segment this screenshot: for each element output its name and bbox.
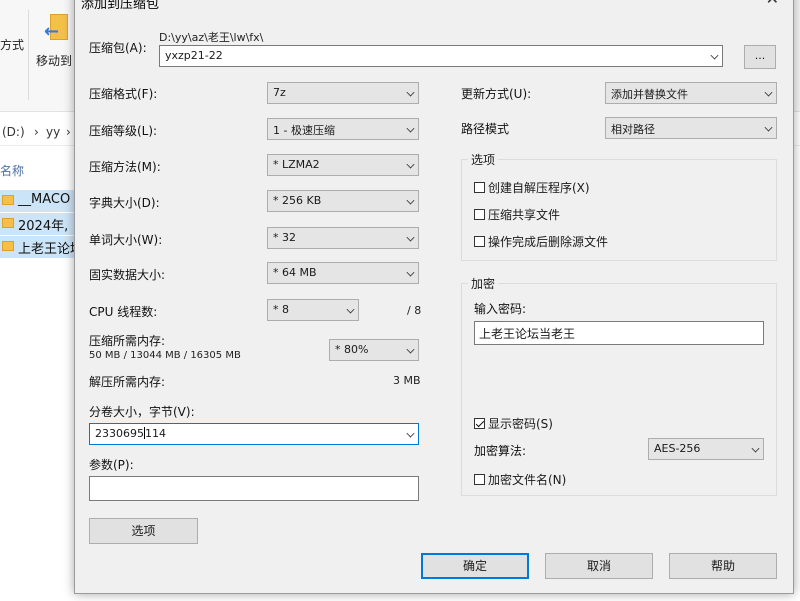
encrypt-filenames-checkbox[interactable]: 加密文件名(N) (474, 471, 566, 488)
help-button[interactable]: 帮助 (669, 553, 777, 579)
folder-icon (2, 218, 14, 228)
mem-comp-values: 50 MB / 13044 MB / 16305 MB (89, 350, 241, 361)
dict-select[interactable]: * 256 KB (267, 190, 419, 212)
update-mode-select[interactable]: 添加并替换文件 (605, 82, 777, 104)
address-drive[interactable]: (D:) (2, 125, 25, 139)
chevron-down-icon (406, 345, 415, 354)
mem-percent-select[interactable]: * 80% (329, 339, 419, 361)
chevron-down-icon (406, 268, 415, 277)
path-mode-select[interactable]: 相对路径 (605, 117, 777, 139)
chevron-down-icon (406, 233, 415, 242)
sfx-checkbox[interactable]: 创建自解压程序(X) (474, 179, 590, 196)
move-to-button[interactable]: 移动到 (36, 52, 72, 69)
move-to-icon[interactable]: ← (44, 14, 70, 42)
breadcrumb-separator-icon: › (66, 125, 71, 139)
chevron-down-icon (406, 196, 415, 205)
chevron-down-icon (406, 88, 415, 97)
folder-icon (2, 241, 14, 251)
split-size-combo[interactable]: 2330695114 (89, 423, 419, 445)
chevron-down-icon (406, 160, 415, 169)
word-label: 单词大小(W): (89, 233, 163, 247)
solid-label: 固实数据大小: (89, 268, 166, 282)
cancel-button[interactable]: 取消 (545, 553, 653, 579)
encryption-group: 加密 输入密码: 上老王论坛当老王 显示密码(S) 加密算法: AES-256 … (461, 275, 777, 496)
encryption-method-label: 加密算法: (474, 444, 527, 458)
shared-files-checkbox[interactable]: 压缩共享文件 (474, 206, 560, 223)
format-label: 压缩格式(F): (89, 87, 158, 101)
folder-icon (2, 195, 14, 205)
params-label: 参数(P): (89, 458, 134, 472)
method-label: 压缩方法(M): (89, 160, 161, 174)
update-mode-label: 更新方式(U): (461, 87, 532, 101)
ok-button[interactable]: 确定 (421, 553, 529, 579)
add-to-archive-dialog: 添加到压缩包 ✕ 压缩包(A): D:\yy\az\老王\lw\fx\ yxzp… (74, 0, 794, 594)
file-list-item[interactable]: 上老王论坛 (0, 236, 78, 258)
options-group-title: 选项 (468, 151, 499, 168)
chevron-down-icon (406, 124, 415, 133)
checkbox-box[interactable] (474, 474, 485, 485)
checkbox-box[interactable] (474, 209, 485, 220)
split-value-part2: 114 (145, 427, 166, 440)
delete-after-checkbox[interactable]: 操作完成后删除源文件 (474, 233, 608, 250)
chevron-down-icon[interactable] (406, 429, 415, 438)
chevron-down-icon (764, 123, 773, 132)
checkbox-checked-icon[interactable] (474, 418, 485, 429)
split-value-part1: 2330695 (95, 427, 144, 440)
encryption-method-select[interactable]: AES-256 (648, 438, 764, 460)
split-label: 分卷大小，字节(V): (89, 405, 195, 419)
mem-decomp-value: 3 MB (393, 374, 421, 387)
ribbon-label-fragment: 方式 (0, 38, 25, 52)
chevron-down-icon (751, 444, 760, 453)
ribbon-divider (28, 10, 29, 100)
breadcrumb-separator-icon: › (34, 125, 39, 139)
show-password-checkbox[interactable]: 显示密码(S) (474, 415, 553, 432)
mem-comp-label: 压缩所需内存: (89, 334, 166, 348)
browse-button[interactable]: ... (744, 45, 776, 69)
solid-select[interactable]: * 64 MB (267, 262, 419, 284)
archive-name-value: yxzp21-22 (165, 49, 223, 62)
level-select[interactable]: 1 - 极速压缩 (267, 118, 419, 140)
password-label: 输入密码: (474, 302, 527, 316)
file-list-item[interactable]: 2024年, (0, 213, 78, 235)
path-mode-label: 路径模式 (461, 122, 510, 136)
password-input[interactable]: 上老王论坛当老王 (474, 321, 764, 345)
file-list-item[interactable]: __MACO (0, 190, 78, 212)
close-icon[interactable]: ✕ (766, 0, 779, 8)
dict-label: 字典大小(D): (89, 196, 160, 210)
threads-label: CPU 线程数: (89, 305, 158, 319)
level-label: 压缩等级(L): (89, 124, 158, 138)
dialog-title: 添加到压缩包 (81, 0, 160, 12)
params-input[interactable] (89, 476, 419, 501)
threads-select[interactable]: * 8 (267, 299, 359, 321)
chevron-down-icon (346, 305, 355, 314)
method-select[interactable]: * LZMA2 (267, 154, 419, 176)
word-select[interactable]: * 32 (267, 227, 419, 249)
archive-label: 压缩包(A): (89, 41, 147, 55)
address-folder[interactable]: yy (46, 125, 60, 139)
checkbox-box[interactable] (474, 236, 485, 247)
checkbox-box[interactable] (474, 182, 485, 193)
archive-path: D:\yy\az\老王\lw\fx\ (159, 31, 264, 44)
options-button[interactable]: 选项 (89, 518, 198, 544)
options-group: 选项 创建自解压程序(X) 压缩共享文件 操作完成后删除源文件 (461, 151, 777, 261)
format-select[interactable]: 7z (267, 82, 419, 104)
archive-name-combo[interactable]: yxzp21-22 (159, 45, 723, 67)
chevron-down-icon (764, 88, 773, 97)
chevron-down-icon[interactable] (710, 51, 719, 60)
name-column-header[interactable]: 名称 (0, 162, 24, 179)
mem-decomp-label: 解压所需内存: (89, 375, 166, 389)
threads-total: / 8 (407, 304, 422, 317)
encryption-group-title: 加密 (468, 275, 499, 292)
